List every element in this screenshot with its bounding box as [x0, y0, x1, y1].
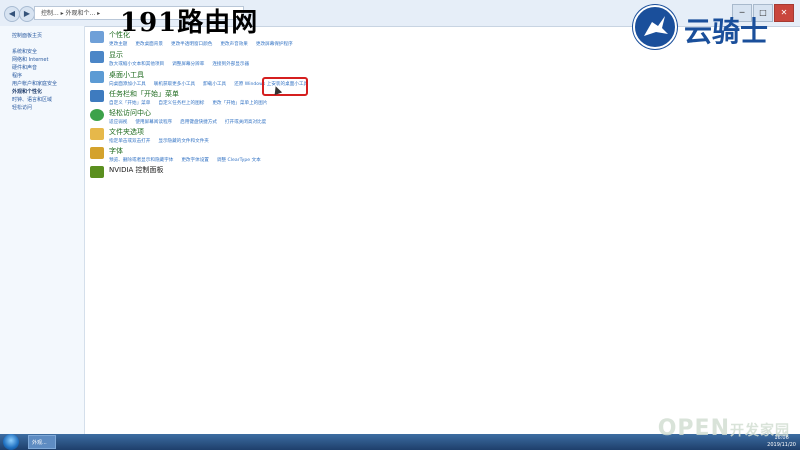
yunqishi-text: 云骑士 — [684, 15, 769, 48]
sidebar: 控制面板主页 系统和安全 网络和 Internet 硬件和声音 程序 用户帐户和… — [0, 26, 85, 434]
link-window-color[interactable]: 更改半透明窗口颜色 — [171, 42, 212, 47]
link-low-vision[interactable]: 适应弱视 — [109, 120, 127, 125]
link-single-double-click[interactable]: 指定单击或双击打开 — [109, 139, 150, 144]
fonts-icon — [90, 147, 104, 159]
section-title[interactable]: 个性化 — [109, 30, 130, 40]
section-links: 适应弱视 使用屏幕阅读程序 启用键盘快捷方式 打开或关闭高对比度 — [109, 119, 274, 125]
section-links: 更改主题 更改桌面背景 更改半透明窗口颜色 更改声音效果 更改屏幕保护程序 — [109, 41, 301, 47]
nvidia-icon — [90, 166, 104, 178]
link-desktop-background[interactable]: 更改桌面背景 — [135, 42, 163, 47]
link-screen-saver[interactable]: 更改屏幕保护程序 — [256, 42, 293, 47]
sidebar-item-network[interactable]: 网络和 Internet — [0, 56, 84, 64]
ease-of-access-icon — [90, 109, 104, 121]
link-uninstall-gadget[interactable]: 卸载小工具 — [203, 82, 226, 87]
link-font-settings[interactable]: 更改字体设置 — [181, 158, 209, 163]
knight-emblem-icon — [632, 4, 678, 50]
open-watermark-text: OPEN — [657, 416, 730, 441]
section-title[interactable]: 轻松访问中心 — [109, 108, 151, 118]
section-links: 放大或缩小文本和其他项目 调整屏幕分辨率 连接到外部显示器 — [109, 61, 257, 67]
link-get-gadgets-online[interactable]: 联机获取更多小工具 — [154, 82, 195, 87]
sidebar-item-clock-language[interactable]: 时钟、语言和区域 — [0, 96, 84, 104]
link-keyboard-shortcuts[interactable]: 启用键盘快捷方式 — [180, 120, 217, 125]
link-customize-start-menu[interactable]: 自定义「开始」菜单 — [109, 101, 150, 106]
link-show-hidden-files[interactable]: 显示隐藏的文件和文件夹 — [158, 139, 209, 144]
folder-icon — [90, 128, 104, 140]
link-screen-resolution[interactable]: 调整屏幕分辨率 — [172, 62, 204, 67]
link-change-theme[interactable]: 更改主题 — [109, 42, 127, 47]
open-watermark: OPEN开发家园 — [658, 416, 790, 441]
sidebar-item-user-accounts[interactable]: 用户帐户和家庭安全 — [0, 80, 84, 88]
link-high-contrast[interactable]: 打开或关闭高对比度 — [225, 120, 266, 125]
link-screen-reader[interactable]: 使用屏幕阅读程序 — [135, 120, 172, 125]
section-title[interactable]: 显示 — [109, 50, 123, 60]
section-links: 自定义「开始」菜单 自定义任务栏上的图标 更改「开始」菜单上的图片 — [109, 100, 275, 106]
section-title[interactable]: 字体 — [109, 146, 123, 156]
section-links: 预览、删除或者显示和隐藏字体 更改字体设置 调整 ClearType 文本 — [109, 157, 269, 163]
sidebar-home-link[interactable]: 控制面板主页 — [0, 32, 84, 40]
yunqishi-logo: 云骑士 — [632, 4, 782, 50]
section-title[interactable]: 桌面小工具 — [109, 70, 144, 80]
section-title[interactable]: NVIDIA 控制面板 — [109, 165, 164, 175]
sidebar-item-appearance[interactable]: 外观和个性化 — [0, 88, 84, 96]
sidebar-item-system-security[interactable]: 系统和安全 — [0, 48, 84, 56]
display-monitor-icon — [90, 51, 104, 63]
link-cleartype[interactable]: 调整 ClearType 文本 — [217, 158, 261, 163]
link-external-display[interactable]: 连接到外部显示器 — [212, 62, 249, 67]
start-button-icon[interactable] — [3, 434, 19, 450]
link-preview-fonts[interactable]: 预览、删除或者显示和隐藏字体 — [109, 158, 173, 163]
sidebar-item-hardware-sound[interactable]: 硬件和声音 — [0, 64, 84, 72]
link-taskbar-icons[interactable]: 自定义任务栏上的图标 — [158, 101, 204, 106]
forward-button[interactable]: ▶ — [19, 6, 35, 22]
section-links: 指定单击或双击打开 显示隐藏的文件和文件夹 — [109, 138, 217, 144]
back-button[interactable]: ◀ — [4, 6, 20, 22]
sidebar-item-programs[interactable]: 程序 — [0, 72, 84, 80]
link-sound-effects[interactable]: 更改声音效果 — [220, 42, 248, 47]
clock-date: 2019/11/20 — [767, 442, 796, 448]
taskbar-window-item[interactable]: 外观... — [28, 435, 56, 449]
link-add-gadget[interactable]: 向桌面添加小工具 — [109, 82, 146, 87]
link-text-size[interactable]: 放大或缩小文本和其他项目 — [109, 62, 164, 67]
section-title[interactable]: 任务栏和「开始」菜单 — [109, 89, 179, 99]
personalization-icon — [90, 31, 104, 43]
sidebar-item-ease-of-access[interactable]: 轻松访问 — [0, 104, 84, 112]
gadgets-icon — [90, 71, 104, 83]
link-start-menu-picture[interactable]: 更改「开始」菜单上的图片 — [212, 101, 267, 106]
section-title[interactable]: 文件夹选项 — [109, 127, 144, 137]
watermark-191-logo: 191路由网 — [120, 8, 259, 38]
annotation-highlight-box — [262, 77, 308, 96]
taskbar-icon — [90, 90, 104, 102]
open-watermark-sub: 开发家园 — [730, 423, 790, 439]
